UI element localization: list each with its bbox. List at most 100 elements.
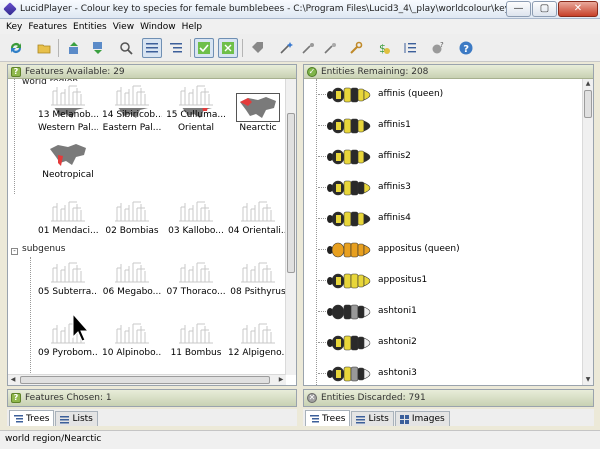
sort-icon [404, 43, 416, 53]
menu-entities[interactable]: Entities [70, 22, 110, 32]
tree-view-button[interactable] [166, 38, 186, 58]
sort-button[interactable] [400, 38, 420, 58]
feature-subgenus-4[interactable]: 04 Orientali... [228, 195, 286, 241]
entities-discarded-title: Entities Discarded: 791 [321, 393, 426, 403]
wrench-button[interactable] [346, 38, 366, 58]
phylogeny-tree-thumbnail [237, 258, 279, 285]
features-chosen-header[interactable]: ? Features Chosen: 1 [8, 390, 296, 406]
feature-subgenus-11[interactable]: 11 Bombus [166, 317, 226, 363]
open-key-button[interactable] [34, 38, 54, 58]
entity-row[interactable]: affinis1 [318, 111, 578, 141]
bumblebee-colour-pattern-icon [327, 366, 371, 382]
feature-label: 08 Psithyrus [230, 287, 286, 297]
find-button[interactable] [116, 38, 136, 58]
tab-trees-right[interactable]: Trees [305, 410, 351, 426]
group-subgenus[interactable]: subgenus [22, 244, 65, 254]
bumblebee-colour-pattern-icon [327, 180, 371, 196]
collapse-subgenus-icon[interactable]: - [11, 248, 18, 255]
dollar-key-button[interactable]: $ [374, 38, 394, 58]
tab-lists-left[interactable]: Lists [55, 411, 98, 426]
feature-nearctic[interactable]: Nearctic [228, 92, 286, 138]
entity-row[interactable]: ashtoni3 [318, 359, 578, 385]
demote-button[interactable] [88, 38, 108, 58]
entities-vertical-scrollbar[interactable]: ▲ ▼ [582, 79, 593, 385]
feature-subgenus-5[interactable]: 05 Subterra... [38, 256, 98, 302]
wand-plus-button[interactable] [298, 38, 318, 58]
tab-trees-left[interactable]: Trees [9, 410, 55, 426]
close-button[interactable]: ✕ [558, 1, 598, 17]
promote-button[interactable] [64, 38, 84, 58]
tab-label: Lists [72, 414, 93, 424]
settings-question-button[interactable]: ? [428, 38, 448, 58]
feature-subgenus-6[interactable]: 06 Megabo... [102, 256, 162, 302]
tab-images-right[interactable]: Images [394, 411, 450, 426]
refresh-button[interactable] [6, 38, 26, 58]
entity-row[interactable]: appositus (queen) [318, 235, 578, 265]
entities-remaining-header: ✓ Entities Remaining: 208 [304, 65, 593, 79]
scroll-up-arrow-icon[interactable]: ▲ [583, 79, 593, 89]
app-logo-icon [3, 2, 17, 16]
scroll-right-arrow-icon[interactable]: ▶ [276, 375, 286, 385]
feature-subgenus-12[interactable]: 12 Alpigeno... [228, 317, 286, 363]
menu-help[interactable]: Help [179, 22, 206, 32]
phylogeny-tree-thumbnail [111, 319, 153, 346]
minimize-button[interactable]: — [506, 1, 531, 17]
entity-row[interactable]: ashtoni1 [318, 297, 578, 327]
select-features-button[interactable] [194, 38, 214, 58]
menu-key[interactable]: Key [3, 22, 25, 32]
feature-subgenus-3[interactable]: 03 Kallobo... [166, 195, 226, 241]
scroll-thumb[interactable] [584, 90, 592, 118]
feature-subgenus-7[interactable]: 07 Thoraco... [166, 256, 226, 302]
entities-discarded-panel: ✕ Entities Discarded: 791 [303, 389, 594, 407]
demote-icon [93, 42, 102, 54]
features-tree: world region Western Pal... Eastern Pal.… [8, 79, 286, 375]
feature-subgenus-8[interactable]: 08 Psithyrus [228, 256, 286, 302]
image-grid-icon [399, 414, 409, 424]
scroll-thumb[interactable] [20, 376, 270, 384]
world-map-thumbnail [236, 93, 280, 122]
feature-label: 07 Thoraco... [166, 287, 226, 297]
feature-subgenus-13[interactable]: 13 Melanob... [38, 79, 98, 125]
entity-name: appositus1 [378, 275, 428, 285]
window-controls: — ▢ ✕ [506, 1, 598, 17]
feature-subgenus-2[interactable]: 02 Bombias [102, 195, 162, 241]
deselect-features-button[interactable] [218, 38, 238, 58]
wand-minus-button[interactable] [320, 38, 340, 58]
menu-view[interactable]: View [110, 22, 137, 32]
entities-remaining-panel: ✓ Entities Remaining: 208 affinis (queen… [303, 64, 594, 386]
entity-row[interactable]: affinis4 [318, 204, 578, 234]
entities-discarded-header[interactable]: ✕ Entities Discarded: 791 [304, 390, 593, 406]
entity-row[interactable]: appositus1 [318, 266, 578, 296]
right-view-tabs: Trees Lists Images [303, 409, 594, 426]
features-chosen-panel: ? Features Chosen: 1 [7, 389, 297, 407]
feature-subgenus-15[interactable]: 15 Culluma... [166, 79, 226, 125]
feature-subgenus-14[interactable]: 14 Sibiricob... [102, 79, 162, 125]
entity-row[interactable]: ashtoni2 [318, 328, 578, 358]
entity-row[interactable]: affinis2 [318, 142, 578, 172]
entity-row[interactable]: affinis (queen) [318, 80, 578, 110]
magic-wand-button[interactable] [276, 38, 296, 58]
tab-label: Trees [26, 413, 50, 424]
feature-neotropical[interactable]: Neotropical [38, 139, 98, 185]
feature-subgenus-1[interactable]: 01 Mendaci... [38, 195, 98, 241]
scroll-down-arrow-icon[interactable]: ▼ [583, 375, 593, 385]
entity-name: ashtoni2 [378, 337, 417, 347]
tag-button[interactable] [248, 38, 268, 58]
mouse-cursor-icon [72, 313, 90, 342]
menu-window[interactable]: Window [137, 22, 179, 32]
entities-remaining-title: Entities Remaining: 208 [321, 66, 429, 77]
features-horizontal-scrollbar[interactable]: ◀ ▶ [8, 374, 286, 385]
phylogeny-tree-thumbnail [175, 197, 217, 224]
scroll-left-arrow-icon[interactable]: ◀ [8, 375, 18, 385]
menu-features[interactable]: Features [25, 22, 70, 32]
features-vertical-scrollbar[interactable] [285, 79, 296, 375]
scroll-thumb[interactable] [287, 113, 295, 273]
maximize-button[interactable]: ▢ [532, 1, 557, 17]
list-view-button[interactable] [142, 38, 162, 58]
entity-row[interactable]: affinis3 [318, 173, 578, 203]
question-icon: ? [11, 393, 21, 403]
feature-label: 02 Bombias [105, 226, 159, 236]
feature-subgenus-10[interactable]: 10 Alpinobo... [102, 317, 162, 363]
tab-lists-right[interactable]: Lists [351, 411, 394, 426]
help-button[interactable]: ? [456, 38, 476, 58]
